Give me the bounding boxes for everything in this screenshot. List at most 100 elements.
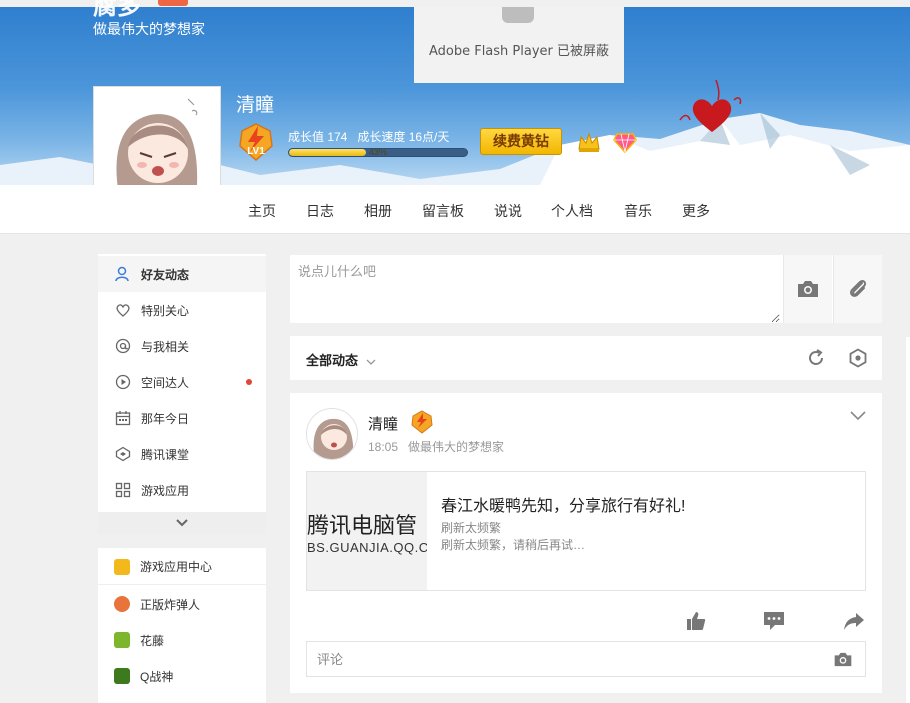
space-motto: 做最伟大的梦想家 xyxy=(93,21,205,37)
nav-profile[interactable]: 个人档 xyxy=(551,201,593,221)
left-sidebar: 好友动态 特别关心 与我相关 空间达人 那年今日 腾讯课堂 游戏应用 xyxy=(98,254,266,534)
game-item-bomberman[interactable]: 正版炸弹人 xyxy=(98,586,266,622)
feed-card: 清瞳 18:05 做最伟大的梦想家 腾讯电脑管 BS.GUANJIA.QQ.C … xyxy=(290,393,882,693)
nav-music[interactable]: 音乐 xyxy=(624,201,652,221)
sidebar-item-on-this-day[interactable]: 那年今日 xyxy=(98,400,266,436)
thumbnail-url: BS.GUANJIA.QQ.C xyxy=(307,540,427,555)
sidebar-expand-button[interactable] xyxy=(98,512,266,534)
settings-icon[interactable] xyxy=(848,348,868,368)
nav-more[interactable]: 更多 xyxy=(682,201,710,221)
banner-badge-icon xyxy=(158,0,188,6)
feed-author-name[interactable]: 清瞳 xyxy=(368,413,398,434)
feed-filter-label: 全部动态 xyxy=(306,353,359,368)
chevron-down-icon[interactable] xyxy=(850,411,866,421)
sidebar-item-label: 特别关心 xyxy=(141,303,190,318)
like-button[interactable] xyxy=(684,609,708,633)
shared-link-title: 春江水暖鸭先知，分享旅行有好礼! xyxy=(441,498,686,515)
scrollbar-track[interactable] xyxy=(906,337,910,703)
qzhanshen-icon xyxy=(114,668,130,684)
user-icon xyxy=(114,265,132,283)
growth-progress-label: 43% xyxy=(368,148,387,157)
diamond-icon[interactable] xyxy=(613,131,637,153)
growth-progress-bar: 43% xyxy=(288,148,468,157)
plugin-puzzle-icon xyxy=(502,7,534,23)
game-app-list: 游戏应用中心 正版炸弹人 花藤 Q战神 xyxy=(98,548,266,703)
sidebar-item-friend-feed[interactable]: 好友动态 xyxy=(98,256,266,292)
sidebar-item-label: 那年今日 xyxy=(141,411,190,426)
sidebar-item-game-apps[interactable]: 游戏应用 xyxy=(98,472,266,508)
game-item-qzhanshen[interactable]: Q战神 xyxy=(98,658,266,694)
comment-button[interactable] xyxy=(762,609,786,633)
game-item-label: 正版炸弹人 xyxy=(140,597,201,612)
at-icon xyxy=(114,337,132,355)
nav-home[interactable]: 主页 xyxy=(248,201,276,221)
heart-decoration-icon xyxy=(679,80,742,132)
growth-info: 成长值 174 成长速度 16点/天 xyxy=(288,128,449,145)
feed-author-avatar[interactable] xyxy=(306,408,358,460)
nav-moments[interactable]: 说说 xyxy=(494,201,522,221)
game-item-label: 花藤 xyxy=(140,633,165,648)
growth-speed: 成长速度 16点/天 xyxy=(357,130,450,144)
sidebar-item-related-to-me[interactable]: 与我相关 xyxy=(98,328,266,364)
sidebar-item-special-care[interactable]: 特别关心 xyxy=(98,292,266,328)
notification-dot xyxy=(246,379,252,385)
status-input[interactable] xyxy=(290,255,780,323)
feed-signature: 做最伟大的梦想家 xyxy=(408,440,505,454)
level-badge-icon: LV1 xyxy=(239,123,273,161)
camera-icon[interactable] xyxy=(833,651,853,668)
camera-icon xyxy=(798,281,818,297)
app-center-icon xyxy=(114,558,130,575)
shared-link-thumbnail: 腾讯电脑管 BS.GUANJIA.QQ.C xyxy=(307,472,427,590)
heart-icon xyxy=(114,301,132,319)
sidebar-item-label: 与我相关 xyxy=(141,339,190,354)
attach-button[interactable] xyxy=(833,255,882,323)
profile-nav: 主页 日志 相册 留言板 说说 个人档 音乐 更多 xyxy=(0,185,910,234)
profile-user-name[interactable]: 清瞳 xyxy=(236,90,274,117)
space-title: 腐多 xyxy=(93,0,141,20)
course-icon xyxy=(114,445,132,463)
calendar-icon xyxy=(114,409,132,427)
thumbnail-title: 腾讯电脑管 xyxy=(307,513,418,538)
anime-girl-avatar-icon xyxy=(307,409,357,459)
status-composer xyxy=(290,255,882,323)
shared-link-subtitle: 刷新太频繁 xyxy=(441,521,502,535)
sidebar-item-tencent-classroom[interactable]: 腾讯课堂 xyxy=(98,436,266,472)
nav-album[interactable]: 相册 xyxy=(364,201,392,221)
flash-blocked-placeholder[interactable]: Adobe Flash Player 已被屏蔽 xyxy=(414,7,624,83)
sidebar-item-label: 游戏应用 xyxy=(141,483,190,498)
shared-link-card[interactable]: 腾讯电脑管 BS.GUANJIA.QQ.C 春江水暖鸭先知，分享旅行有好礼! 刷… xyxy=(306,471,866,591)
thumbs-up-icon xyxy=(687,612,706,630)
game-item-huateng[interactable]: 花藤 xyxy=(98,622,266,658)
chevron-down-icon xyxy=(176,519,188,527)
comment-icon xyxy=(764,612,784,630)
sidebar-item-label: 空间达人 xyxy=(141,375,190,390)
huateng-icon xyxy=(114,632,130,648)
game-item-app-center[interactable]: 游戏应用中心 xyxy=(98,549,266,585)
comment-input[interactable] xyxy=(307,642,807,676)
refresh-icon[interactable] xyxy=(806,348,826,368)
sidebar-item-space-talent[interactable]: 空间达人 xyxy=(98,364,266,400)
level-text: LV1 xyxy=(247,146,265,157)
grid-icon xyxy=(114,481,132,499)
shared-link-description: 刷新太频繁，请稍后再试… xyxy=(441,538,586,552)
sidebar-item-label: 好友动态 xyxy=(141,267,190,282)
nav-message-board[interactable]: 留言板 xyxy=(422,201,464,221)
feed-time: 18:05 xyxy=(368,440,399,454)
crown-icon[interactable] xyxy=(577,131,601,153)
paperclip-icon xyxy=(849,279,867,297)
bomberman-icon xyxy=(114,596,130,612)
upload-photo-button[interactable] xyxy=(783,255,832,323)
feed-filter-bar: 全部动态 xyxy=(290,336,882,380)
feed-meta: 18:05 做最伟大的梦想家 xyxy=(368,438,504,455)
comment-box xyxy=(306,641,866,677)
share-arrow-icon xyxy=(844,613,864,630)
chevron-down-icon xyxy=(366,359,376,365)
flash-blocked-text: Adobe Flash Player 已被屏蔽 xyxy=(428,44,610,59)
share-button[interactable] xyxy=(842,609,866,633)
nav-blog[interactable]: 日志 xyxy=(306,201,334,221)
renew-yellow-diamond-button[interactable]: 续费黄钻 xyxy=(480,128,562,155)
game-item-label: Q战神 xyxy=(140,669,174,684)
feed-filter-dropdown[interactable]: 全部动态 xyxy=(306,350,376,369)
sidebar-item-label: 腾讯课堂 xyxy=(141,447,190,462)
level-badge-icon xyxy=(411,410,433,434)
